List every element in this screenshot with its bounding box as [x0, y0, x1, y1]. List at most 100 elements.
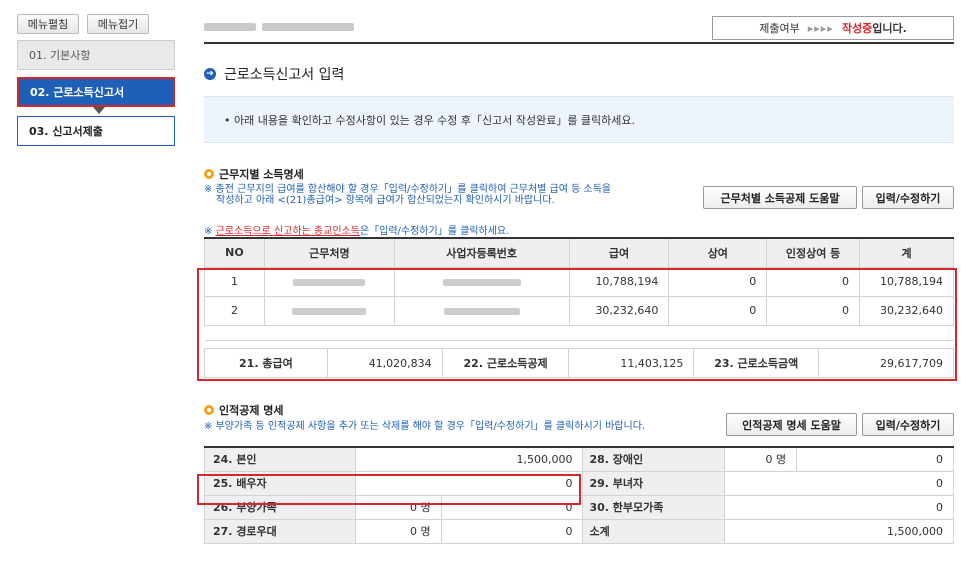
sidebar-item-submit[interactable]: 03. 신고서제출	[17, 116, 175, 146]
table-row: 1 10,788,194 0 0 10,788,194	[204, 266, 954, 297]
table-row: 2 30,232,640 0 0 30,232,640	[204, 295, 954, 326]
column-header: NO	[204, 237, 265, 268]
summary-row: 21. 총급여 41,020,834 22. 근로소득공제 11,403,125…	[204, 348, 954, 378]
menu-collapse-button[interactable]: 메뉴접기	[87, 14, 149, 34]
disabled-count: 0 명	[724, 446, 798, 472]
income-edit-button[interactable]: 입력/수정하기	[862, 186, 954, 209]
income-amount-value: 29,617,709	[818, 348, 954, 378]
single-woman-value: 0	[724, 470, 954, 496]
income-section-title: 근무지별 소득명세	[204, 166, 304, 182]
column-header: 계	[859, 237, 954, 268]
income-title-text: 근무지별 소득명세	[219, 168, 304, 181]
submission-status: 제출여부 ▸▸▸▸ 작성중입니다.	[712, 16, 954, 40]
personal-table: 24. 본인 1,500,000 28. 장애인 0 명 0 25. 배우자 0…	[204, 446, 954, 544]
row-no: 2	[204, 295, 265, 326]
income-summary-table: 21. 총급여 41,020,834 22. 근로소득공제 11,403,125…	[204, 348, 954, 378]
sidebar-item-income-report[interactable]: 02. 근로소득신고서	[17, 77, 175, 114]
menu-toggle-group: 메뉴펼침 메뉴접기	[17, 14, 175, 34]
disabled-value: 0	[796, 446, 954, 472]
column-header: 인정상여 등	[766, 237, 860, 268]
table-header-row: NO 근무처명 사업자등록번호 급여 상여 인정상여 등 계	[204, 237, 954, 268]
row-no: 1	[204, 266, 265, 297]
arrows-icon: ▸▸▸▸	[807, 21, 834, 35]
column-header: 사업자등록번호	[393, 237, 570, 268]
subtotal-label: 소계	[582, 518, 726, 544]
income-help-button[interactable]: 근무처별 소득공제 도움말	[703, 186, 857, 209]
notice-box: • 아래 내용을 확인하고 수정사항이 있는 경우 수정 후「신고서 작성완료」…	[204, 96, 954, 143]
personal-section-title: 인적공제 명세	[204, 402, 284, 418]
table-row: 27. 경로우대 0 명 0 소계 1,500,000	[204, 518, 954, 544]
sidebar: 메뉴펼침 메뉴접기 01. 기본사항 02. 근로소득신고서 03. 신고서제출	[17, 14, 175, 153]
status-label: 제출여부	[759, 22, 800, 35]
total-pay-value: 41,020,834	[326, 348, 443, 378]
personal-title-text: 인적공제 명세	[219, 404, 284, 417]
table-row: 25. 배우자 0 29. 부녀자 0	[204, 470, 954, 496]
self-label: 24. 본인	[204, 446, 356, 472]
income-note-line1: ※ 종전 근무지의 급여를 합산해야 할 경우「입력/수정하기」를 클릭하여 근…	[204, 184, 612, 195]
dependents-count: 0 명	[354, 494, 442, 520]
personal-help-button[interactable]: 인적공제 명세 도움말	[726, 413, 857, 436]
notice-text: • 아래 내용을 확인하고 수정사항이 있는 경우 수정 후「신고서 작성완료」…	[224, 113, 636, 127]
senior-count: 0 명	[354, 518, 442, 544]
dependents-value: 0	[440, 494, 584, 520]
income-table: NO 근무처명 사업자등록번호 급여 상여 인정상여 등 계 1 10,788,…	[204, 237, 954, 341]
workplace-name	[263, 295, 395, 326]
arrow-circle-icon: ➔	[204, 68, 216, 80]
bonus-value: 0	[668, 295, 768, 326]
business-number	[393, 295, 570, 326]
sidebar-item-label: 03. 신고서제출	[29, 125, 103, 138]
single-parent-label: 30. 한부모가족	[582, 494, 726, 520]
senior-value: 0	[440, 518, 584, 544]
menu-expand-button[interactable]: 메뉴펼침	[17, 14, 79, 34]
redacted-text	[204, 23, 256, 31]
salary-value: 30,232,640	[568, 295, 670, 326]
single-parent-value: 0	[724, 494, 954, 520]
senior-label: 27. 경로우대	[204, 518, 356, 544]
recognized-bonus-value: 0	[766, 266, 860, 297]
disabled-label: 28. 장애인	[582, 446, 726, 472]
business-number	[393, 266, 570, 297]
sidebar-item-label: 01. 기본사항	[29, 49, 91, 62]
redacted-text	[262, 23, 354, 31]
spouse-label: 25. 배우자	[204, 470, 356, 496]
sidebar-item-label: 02. 근로소득신고서	[30, 86, 125, 99]
page-title-text: 근로소득신고서 입력	[224, 67, 345, 83]
single-woman-label: 29. 부녀자	[582, 470, 726, 496]
personal-edit-button[interactable]: 입력/수정하기	[862, 413, 954, 436]
income-note-line2: 작성하고 아래 <(21)총급여> 항목에 급여가 합산되었는지 확인하시기 바…	[216, 195, 555, 206]
sidebar-item-basic-info[interactable]: 01. 기본사항	[17, 40, 175, 70]
page-header: 제출여부 ▸▸▸▸ 작성중입니다.	[204, 14, 954, 44]
note-prefix: ※	[204, 226, 216, 237]
table-row: 24. 본인 1,500,000 28. 장애인 0 명 0	[204, 446, 954, 472]
income-note: ※ 종전 근무지의 급여를 합산해야 할 경우「입력/수정하기」를 클릭하여 근…	[204, 184, 611, 206]
status-value: 작성중	[841, 22, 873, 35]
total-pay-label: 21. 총급여	[204, 348, 328, 378]
row-total-value: 10,788,194	[859, 266, 954, 297]
personal-note: ※ 부양가족 등 인적공제 사항을 추가 또는 삭제를 해야 할 경우「입력/수…	[204, 421, 646, 432]
column-header: 상여	[668, 237, 768, 268]
deduction-value: 11,403,125	[568, 348, 695, 378]
religious-income-note: ※ 근로소득으로 신고하는 종교인소득은「입력/수정하기」를 클릭하세요.	[204, 222, 509, 237]
salary-value: 10,788,194	[568, 266, 670, 297]
religious-income-link[interactable]: 근로소득으로 신고하는 종교인소득	[216, 226, 360, 237]
caret-down-icon	[93, 107, 105, 114]
page-title: ➔ 근로소득신고서 입력	[204, 64, 344, 84]
recognized-bonus-value: 0	[766, 295, 860, 326]
workplace-name	[263, 266, 395, 297]
table-spacer	[204, 324, 954, 341]
deduction-label: 22. 근로소득공제	[441, 348, 570, 378]
table-row: 26. 부양가족 0 명 0 30. 한부모가족 0	[204, 494, 954, 520]
column-header: 급여	[568, 237, 670, 268]
dependents-label: 26. 부양가족	[204, 494, 356, 520]
status-suffix: 입니다.	[872, 22, 907, 35]
column-header: 근무처명	[263, 237, 395, 268]
note-suffix: 은「입력/수정하기」를 클릭하세요.	[359, 226, 510, 237]
spouse-value: 0	[354, 470, 584, 496]
subtotal-value: 1,500,000	[724, 518, 954, 544]
bonus-value: 0	[668, 266, 768, 297]
self-value: 1,500,000	[354, 446, 584, 472]
income-amount-label: 23. 근로소득금액	[693, 348, 820, 378]
row-total-value: 30,232,640	[859, 295, 954, 326]
bullet-icon	[204, 405, 214, 415]
bullet-icon	[204, 169, 214, 179]
